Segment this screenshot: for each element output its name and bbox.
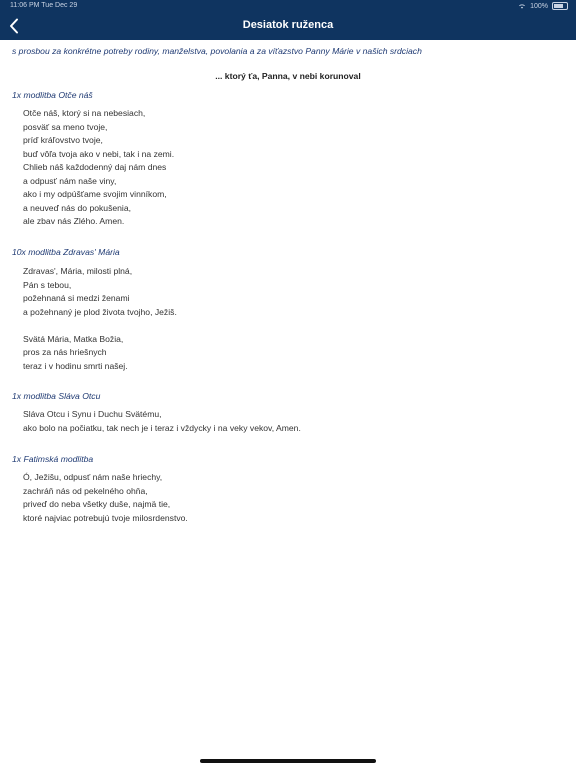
prayer-line: zachráň nás od pekelného ohňa, bbox=[23, 485, 148, 496]
prayer-line: a neuveď nás do pokušenia, bbox=[23, 202, 132, 213]
battery-percent: 100% bbox=[530, 2, 548, 10]
prayer-line: Chlieb náš každodenný daj nám dnes bbox=[23, 162, 167, 172]
prayer-line: ale zbav nás Zlého. Amen. bbox=[23, 216, 125, 226]
prayer-line: Pán s tebou, bbox=[23, 279, 72, 290]
prayer-line: Zdravas', Mária, milosti plná, bbox=[23, 266, 133, 276]
prayer-line: Otče náš, ktorý si na nebesiach, bbox=[23, 108, 146, 118]
prayer-line: ktoré najviac potrebujú tvoje milosrdens… bbox=[23, 512, 188, 523]
top-bar: 11:06 PM Tue Dec 29 100% Desiatok ruženc… bbox=[0, 0, 576, 40]
prayer-line: pros za nás hriešnych bbox=[23, 347, 107, 357]
intention-text: s prosbou za konkrétne potreby rodiny, m… bbox=[12, 46, 422, 56]
section-title-otce-nas: 1x modlitba Otče náš bbox=[12, 90, 93, 100]
status-bar: 11:06 PM Tue Dec 29 100% bbox=[0, 0, 576, 12]
nav-bar: Desiatok ruženca bbox=[0, 12, 576, 40]
prayer-otce-nas: Otče náš, ktorý si na nebesiach, posväť … bbox=[23, 107, 174, 229]
prayer-zdravas-maria: Zdravas', Mária, milosti plná, Pán s teb… bbox=[23, 265, 177, 373]
prayer-line: a požehnaný je plod života tvojho, Ježiš… bbox=[23, 306, 177, 317]
prayer-line: Svätá Mária, Matka Božia, bbox=[23, 333, 124, 344]
home-indicator[interactable] bbox=[200, 759, 376, 763]
prayer-line: príď kráľovstvo tvoje, bbox=[23, 135, 103, 145]
battery-icon bbox=[552, 2, 568, 10]
status-time: 11:06 PM Tue Dec 29 bbox=[10, 2, 77, 9]
prayer-slava-otcu: Sláva Otcu i Synu i Duchu Svätému, ako b… bbox=[23, 408, 301, 435]
page-title: Desiatok ruženca bbox=[242, 19, 334, 31]
prayer-line: ako i my odpúšťame svojim vinníkom, bbox=[23, 189, 167, 199]
section-title-fatimska: 1x Fatimská modlitba bbox=[12, 454, 94, 464]
prayer-line: teraz i v hodinu smrti našej. bbox=[23, 360, 128, 371]
prayer-line: a odpusť nám naše viny, bbox=[23, 175, 117, 186]
screen: 11:06 PM Tue Dec 29 100% Desiatok ruženc… bbox=[0, 0, 576, 768]
prayer-line: požehnaná si medzi ženami bbox=[23, 293, 130, 303]
mystery-heading: ... ktorý ťa, Panna, v nebi korunoval bbox=[215, 71, 361, 81]
prayer-line: buď vôľa tvoja ako v nebi, tak i na zemi… bbox=[23, 148, 175, 159]
status-right: 100% bbox=[518, 2, 568, 10]
wifi-icon bbox=[519, 4, 526, 9]
prayer-line: Ó, Ježišu, odpusť nám naše hriechy, bbox=[23, 472, 163, 482]
prayer-line: ako bolo na počiatku, tak nech je i tera… bbox=[23, 422, 301, 433]
prayer-line: priveď do neba všetky duše, najmä tie, bbox=[23, 499, 171, 509]
prayer-line: Sláva Otcu i Synu i Duchu Svätému, bbox=[23, 409, 162, 419]
status-date-text: Tue Dec 29 bbox=[41, 2, 78, 9]
section-title-zdravas-maria: 10x modlitba Zdravas' Mária bbox=[12, 247, 120, 257]
section-title-slava-otcu: 1x modlitba Sláva Otcu bbox=[12, 391, 101, 401]
prayer-fatimska: Ó, Ježišu, odpusť nám naše hriechy, zach… bbox=[23, 471, 188, 525]
prayer-line: posväť sa meno tvoje, bbox=[23, 121, 108, 132]
stanza-gap bbox=[23, 319, 177, 333]
status-time-text: 11:06 PM bbox=[10, 2, 40, 9]
